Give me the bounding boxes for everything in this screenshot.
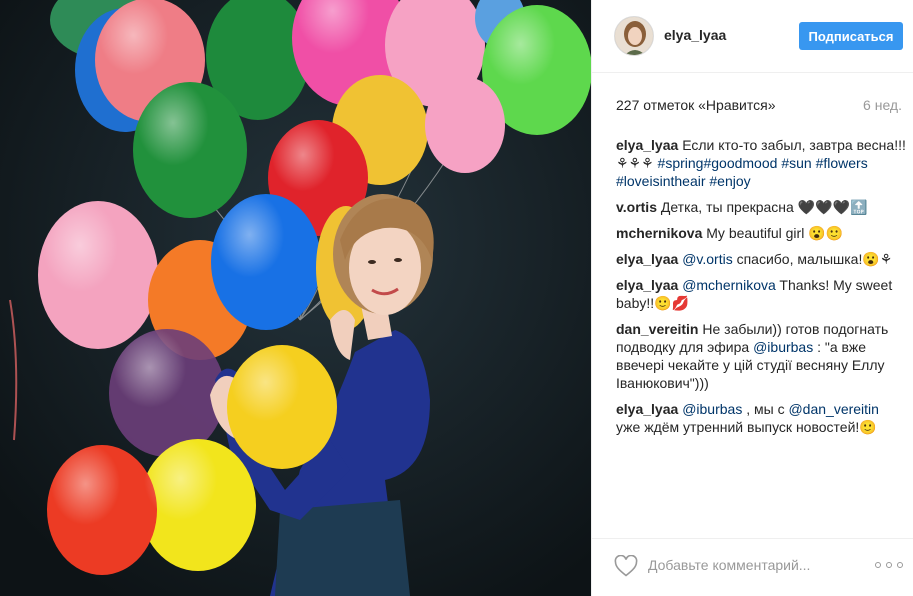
comment-item: mchernikova My beautiful girl 😮🙂: [616, 224, 906, 242]
comment-author[interactable]: v.ortis: [616, 199, 657, 215]
comment-text: спасибо, малышка!😮⚘: [732, 251, 893, 267]
comment-author[interactable]: elya_lyaa: [616, 137, 678, 153]
follow-button[interactable]: Подписаться: [799, 22, 903, 50]
comment-bar: [592, 538, 913, 590]
comment-author[interactable]: dan_vereitin: [616, 321, 698, 337]
more-options-icon[interactable]: [875, 559, 903, 571]
likes-count[interactable]: 227 отметок «Нравится»: [616, 97, 776, 113]
comment-text: Детка, ты прекрасна 🖤🖤🖤🔝: [660, 199, 868, 215]
comment-item: elya_lyaa Если кто-то забыл, завтра весн…: [616, 136, 906, 190]
comment-input[interactable]: [648, 553, 868, 577]
avatar[interactable]: [614, 16, 654, 56]
comment-tag-link[interactable]: @v.ortis: [682, 251, 733, 267]
post-stats: 227 отметок «Нравится» 6 нед.: [616, 97, 902, 113]
comment-text: , мы с: [742, 401, 789, 417]
post-age[interactable]: 6 нед.: [863, 97, 902, 113]
comment-tag-link[interactable]: #spring: [658, 155, 704, 171]
post-header: elya_lyaa Подписаться: [592, 0, 913, 73]
comment-item: v.ortis Детка, ты прекрасна 🖤🖤🖤🔝: [616, 198, 906, 216]
comment-tag-link[interactable]: #loveisintheair: [616, 173, 706, 189]
comment-tag-link[interactable]: #sun: [781, 155, 811, 171]
header-username[interactable]: elya_lyaa: [664, 27, 726, 43]
comment-item: elya_lyaa @v.ortis спасибо, малышка!😮⚘: [616, 250, 906, 268]
comment-tag-link[interactable]: @mchernikova: [682, 277, 776, 293]
comment-item: elya_lyaa @iburbas , мы с @dan_vereitin …: [616, 400, 906, 436]
comment-tag-link[interactable]: @iburbas: [753, 339, 813, 355]
comment-author[interactable]: elya_lyaa: [616, 401, 678, 417]
comments-list: elya_lyaa Если кто-то забыл, завтра весн…: [616, 136, 906, 444]
post-photo[interactable]: [0, 0, 591, 596]
comment-tag-link[interactable]: #goodmood: [703, 155, 777, 171]
comment-tag-link[interactable]: #enjoy: [709, 173, 750, 189]
comment-tag-link[interactable]: @dan_vereitin: [788, 401, 879, 417]
comment-tag-link[interactable]: #flowers: [816, 155, 868, 171]
comment-text: My beautiful girl 😮🙂: [706, 225, 844, 241]
comment-author[interactable]: elya_lyaa: [616, 277, 678, 293]
comment-item: dan_vereitin Не забыли)) готов подогнать…: [616, 320, 906, 392]
heart-outline-icon[interactable]: [614, 555, 638, 577]
comment-tag-link[interactable]: @iburbas: [682, 401, 742, 417]
post-details-panel: elya_lyaa Подписаться 227 отметок «Нрави…: [591, 0, 913, 596]
comment-author[interactable]: elya_lyaa: [616, 251, 678, 267]
comment-author[interactable]: mchernikova: [616, 225, 702, 241]
balloons-photo-illustration: [0, 0, 591, 596]
comment-item: elya_lyaa @mchernikova Thanks! My sweet …: [616, 276, 906, 312]
avatar-image: [615, 17, 653, 55]
comment-text: уже ждём утренний выпуск новостей!🙂: [616, 419, 877, 435]
